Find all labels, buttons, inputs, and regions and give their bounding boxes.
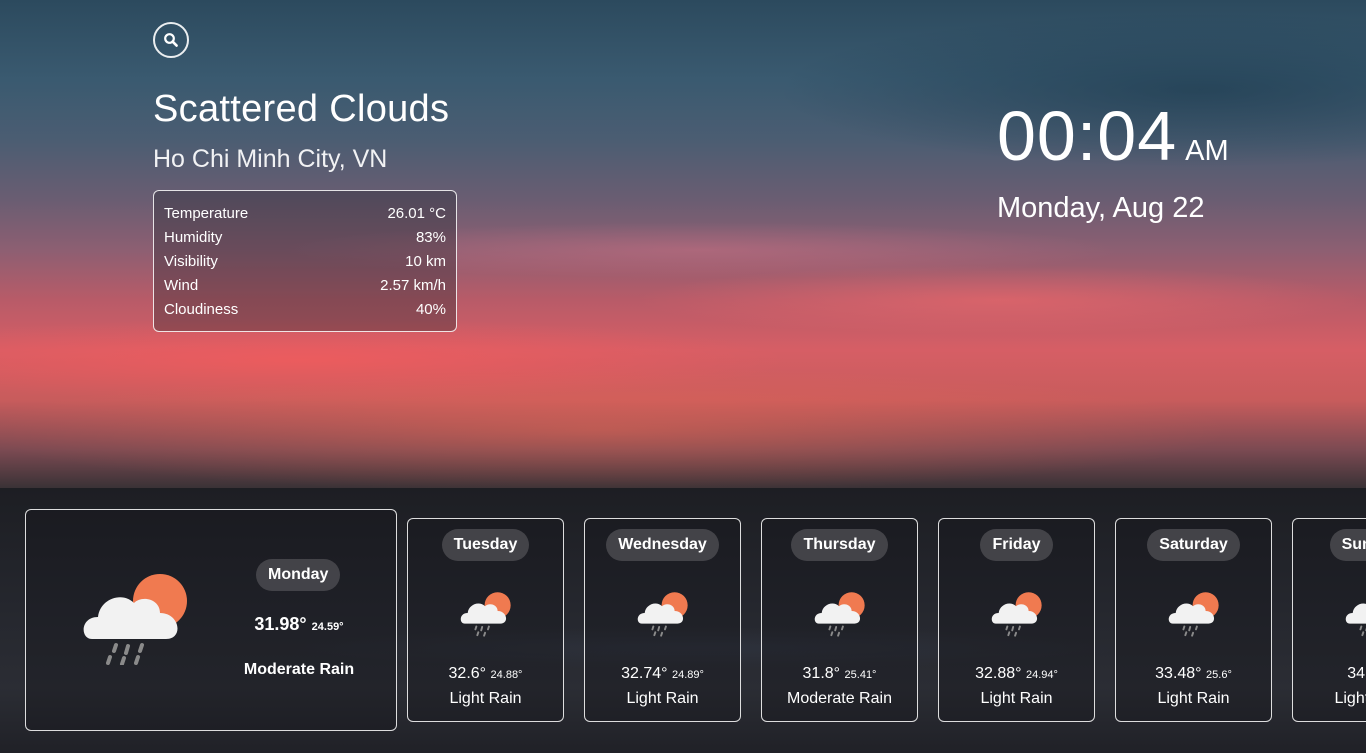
rain-cloud-sun-icon (637, 592, 688, 637)
min-temp: 24.89° (671, 669, 704, 681)
rain-cloud-sun-icon (460, 592, 511, 637)
forecast-temps: 33.48° 25.6° (1116, 665, 1271, 683)
stat-label: Cloudiness (164, 301, 239, 318)
stat-value: 10 km (405, 253, 446, 270)
forecast-card-today: Monday 31.98° 24.59° Moderate Rain (25, 509, 397, 731)
forecast-temps: 34.19° (1293, 665, 1366, 683)
forecast-strip: Monday 31.98° 24.59° Moderate Rain Tuesd… (0, 488, 1366, 753)
forecast-description: Light Rain (1157, 690, 1230, 707)
stat-row-cloudiness: Cloudiness 40% (164, 298, 446, 322)
rain-cloud-sun-icon (814, 592, 865, 637)
forecast-description: Moderate Rain (787, 690, 892, 707)
forecast-temps: 32.88° 24.94° (939, 665, 1094, 683)
day-pill: Tuesday (441, 529, 530, 561)
forecast-card-thursday: Thursday 31.8° 25.41° Moderate Rain (761, 518, 918, 722)
max-temp: 34.19° (1347, 665, 1366, 682)
max-temp: 32.88° (975, 665, 1022, 682)
location-label: Ho Chi Minh City, VN (153, 145, 388, 173)
current-date: Monday, Aug 22 (997, 192, 1205, 224)
day-pill: Friday (980, 529, 1053, 561)
stat-label: Visibility (164, 253, 218, 270)
day-pill: Wednesday (606, 529, 719, 561)
forecast-temps: 32.74° 24.89° (585, 665, 740, 683)
min-temp: 24.88° (490, 669, 523, 681)
max-temp: 32.6° (448, 665, 487, 682)
forecast-description: Light Rain (449, 690, 522, 707)
stat-value: 26.01 °C (387, 205, 446, 222)
rain-cloud-sun-icon (991, 592, 1042, 637)
max-temp: 31.8° (802, 665, 841, 682)
day-pill: Sunday (1329, 529, 1366, 561)
forecast-description: Moderate Rain (243, 661, 355, 678)
weather-app: Scattered Clouds Ho Chi Minh City, VN Te… (0, 0, 1366, 753)
rain-cloud-sun-icon (83, 574, 187, 665)
forecast-card-saturday: Saturday 33.48° 25.6° Light Rain (1115, 518, 1272, 722)
day-pill: Monday (256, 559, 341, 591)
stat-label: Humidity (164, 229, 223, 246)
stat-row-humidity: Humidity 83% (164, 226, 446, 250)
clock-time: 00:04 (997, 97, 1178, 175)
search-button[interactable] (153, 22, 189, 58)
max-temp: 31.98° (254, 614, 307, 634)
max-temp: 33.48° (1155, 665, 1202, 682)
forecast-card-friday: Friday 32.88° 24.94° Light Rain (938, 518, 1095, 722)
day-pill: Thursday (791, 529, 888, 561)
forecast-description: Light Rain (1334, 690, 1366, 707)
stat-row-wind: Wind 2.57 km/h (164, 274, 446, 298)
stat-row-temperature: Temperature 26.01 °C (164, 202, 446, 226)
stat-value: 2.57 km/h (380, 277, 446, 294)
current-stats-panel: Temperature 26.01 °C Humidity 83% Visibi… (153, 190, 457, 332)
forecast-description: Light Rain (626, 690, 699, 707)
min-temp: 25.6° (1206, 669, 1232, 681)
stat-value: 83% (415, 229, 446, 246)
forecast-card-wednesday: Wednesday 32.74° 24.89° Light Rain (584, 518, 741, 722)
forecast-description: Light Rain (980, 690, 1053, 707)
weather-condition-title: Scattered Clouds (153, 88, 450, 130)
min-temp: 24.94° (1025, 669, 1058, 681)
stat-row-visibility: Visibility 10 km (164, 250, 446, 274)
forecast-card-tuesday: Tuesday 32.6° 24.88° Light Rain (407, 518, 564, 722)
rain-cloud-sun-icon (1168, 592, 1219, 637)
search-icon (164, 33, 178, 47)
forecast-temps: 31.98° 24.59° (206, 614, 392, 635)
forecast-temps: 31.8° 25.41° (762, 665, 917, 683)
min-temp: 25.41° (844, 669, 877, 681)
stat-label: Temperature (164, 205, 249, 222)
day-pill: Saturday (1147, 529, 1240, 561)
rain-cloud-sun-icon (1345, 603, 1366, 637)
forecast-temps: 32.6° 24.88° (408, 665, 563, 683)
stat-value: 40% (415, 301, 446, 318)
min-temp: 24.59° (311, 621, 344, 633)
clock: 00:04 AM (997, 96, 1229, 176)
max-temp: 32.74° (621, 665, 668, 682)
forecast-card-sunday: Sunday 34.19° Light Rain (1292, 518, 1366, 722)
clock-ampm: AM (1185, 135, 1229, 167)
stat-label: Wind (164, 277, 199, 294)
